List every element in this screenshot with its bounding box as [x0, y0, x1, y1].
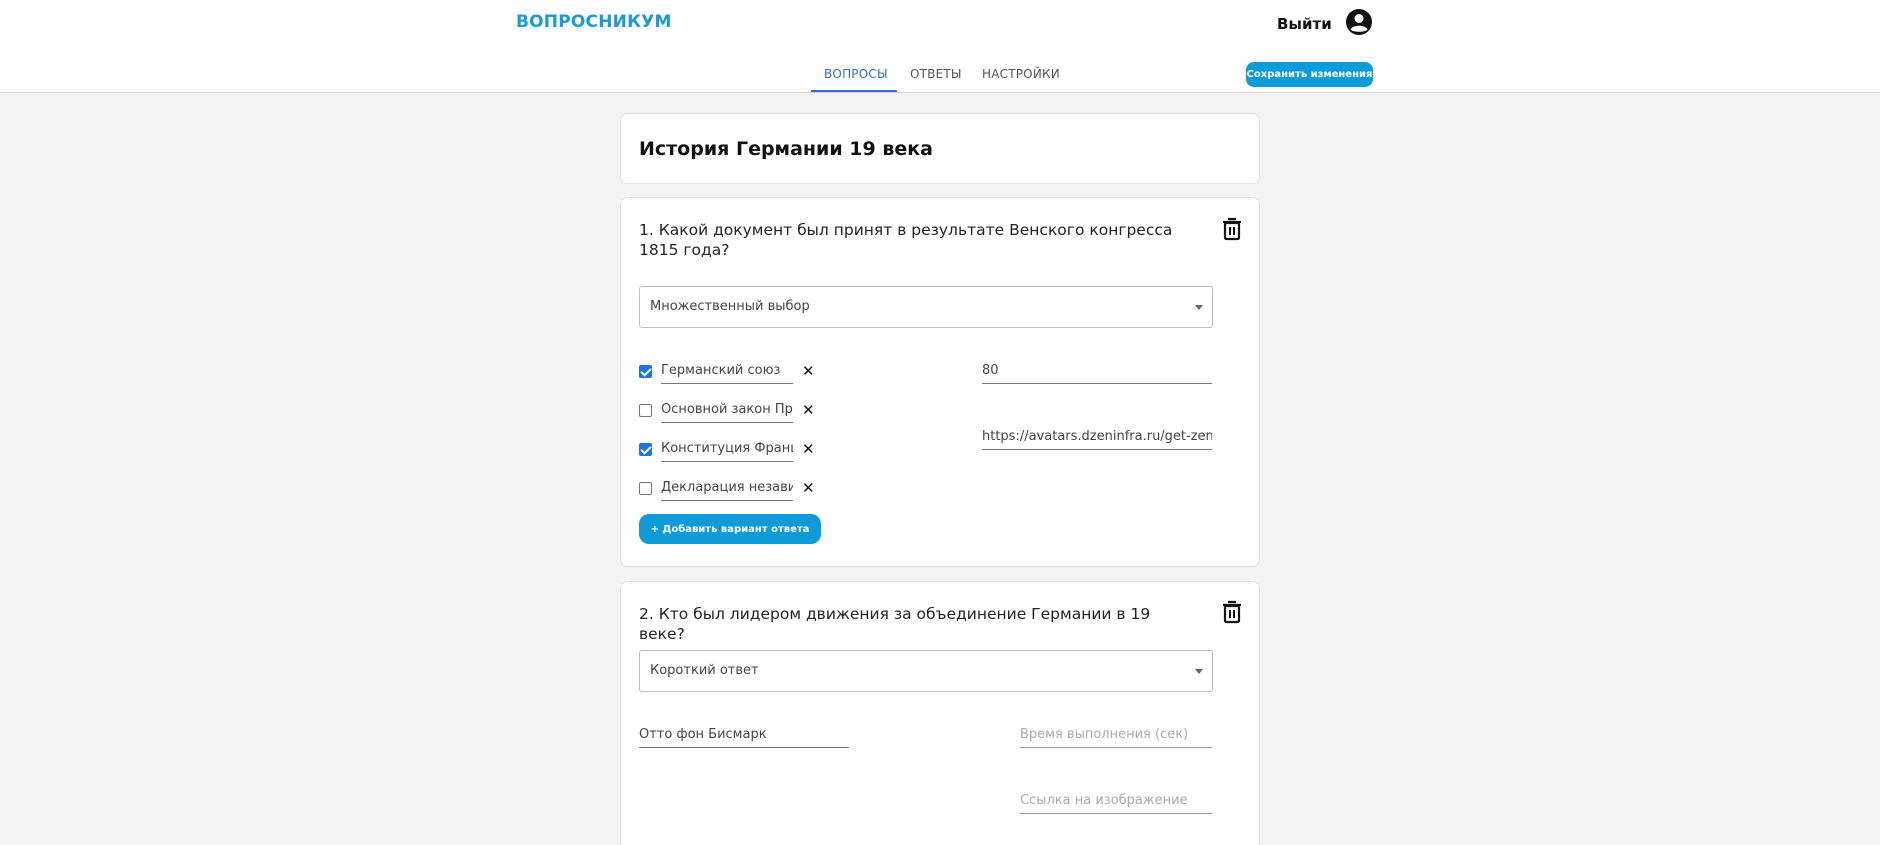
- time-input[interactable]: 80: [982, 360, 1212, 384]
- user-avatar-icon[interactable]: [1345, 8, 1373, 36]
- question-text[interactable]: 1. Какой документ был принят в результат…: [639, 220, 1179, 260]
- trash-icon[interactable]: [1220, 599, 1244, 625]
- question-text[interactable]: 2. Кто был лидером движения за объединен…: [639, 604, 1199, 644]
- short-answer-input[interactable]: Отто фон Бисмарк: [639, 724, 849, 748]
- time-input[interactable]: Время выполнения (сек): [1020, 724, 1212, 748]
- remove-option-icon[interactable]: ✕: [802, 401, 815, 419]
- question-type-value: Множественный выбор: [650, 299, 810, 314]
- option-checkbox[interactable]: [639, 365, 652, 378]
- app-header: ВОПРОСНИКУМ Выйти ВОПРОСЫ ОТВЕТЫ НАСТРОЙ…: [0, 0, 1880, 93]
- chevron-down-icon: [1195, 305, 1203, 310]
- answer-option: Конституция Франци ✕: [639, 437, 839, 463]
- remove-option-icon[interactable]: ✕: [802, 440, 815, 458]
- image-url-input[interactable]: Ссылка на изображение: [1020, 790, 1212, 814]
- logout-link[interactable]: Выйти: [1277, 15, 1332, 33]
- option-text-input[interactable]: Конституция Франци: [661, 438, 793, 462]
- trash-icon[interactable]: [1220, 216, 1244, 242]
- remove-option-icon[interactable]: ✕: [802, 479, 815, 497]
- tab-questions[interactable]: ВОПРОСЫ: [824, 67, 888, 81]
- option-checkbox[interactable]: [639, 443, 652, 456]
- save-changes-button[interactable]: Сохранить изменения: [1246, 62, 1373, 87]
- remove-option-icon[interactable]: ✕: [802, 362, 815, 380]
- option-text-input[interactable]: Германский союз: [661, 360, 793, 384]
- add-option-button[interactable]: + Добавить вариант ответа: [639, 514, 821, 544]
- survey-title[interactable]: История Германии 19 века: [639, 138, 933, 160]
- option-text-input[interactable]: Декларация независ: [661, 477, 793, 501]
- answer-option: Основной закон Пру ✕: [639, 398, 839, 424]
- option-text-input[interactable]: Основной закон Пру: [661, 399, 793, 423]
- survey-title-card: История Германии 19 века: [620, 113, 1260, 184]
- app-logo[interactable]: ВОПРОСНИКУМ: [516, 12, 672, 32]
- active-tab-indicator: [811, 90, 897, 92]
- image-url-input[interactable]: https://avatars.dzeninfra.ru/get-zen_dc: [982, 426, 1212, 450]
- answer-option: Германский союз ✕: [639, 359, 839, 385]
- option-checkbox[interactable]: [639, 404, 652, 417]
- question-type-select[interactable]: Короткий ответ: [639, 650, 1213, 692]
- answer-option: Декларация независ ✕: [639, 476, 839, 502]
- tab-answers[interactable]: ОТВЕТЫ: [910, 67, 962, 81]
- question-type-select[interactable]: Множественный выбор: [639, 286, 1213, 328]
- option-checkbox[interactable]: [639, 482, 652, 495]
- question-card-2: 2. Кто был лидером движения за объединен…: [620, 581, 1260, 845]
- question-card-1: 1. Какой документ был принят в результат…: [620, 197, 1260, 567]
- tab-settings[interactable]: НАСТРОЙКИ: [982, 67, 1060, 81]
- chevron-down-icon: [1195, 669, 1203, 674]
- question-type-value: Короткий ответ: [650, 663, 759, 678]
